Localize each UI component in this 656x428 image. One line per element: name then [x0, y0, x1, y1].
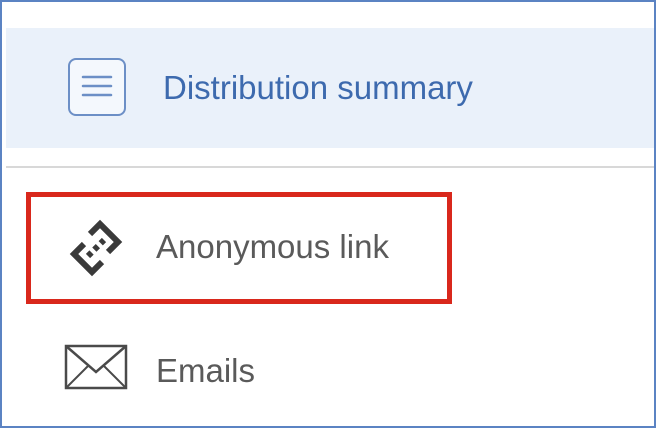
distribution-summary-label: Distribution summary — [163, 69, 473, 106]
nav-item-emails[interactable]: Emails — [6, 320, 606, 416]
envelope-icon — [60, 332, 132, 404]
link-icon — [60, 212, 132, 284]
nav-item-anonymous-link[interactable]: Anonymous link — [6, 200, 606, 296]
distribution-panel: Distribution summary Anonymous link Emai… — [0, 0, 656, 428]
nav-item-label: Anonymous link — [156, 228, 389, 265]
distribution-summary-button[interactable]: Distribution summary — [6, 28, 654, 148]
nav-item-label: Emails — [156, 352, 256, 389]
menu-list-icon — [68, 58, 126, 116]
header-divider — [6, 166, 654, 168]
